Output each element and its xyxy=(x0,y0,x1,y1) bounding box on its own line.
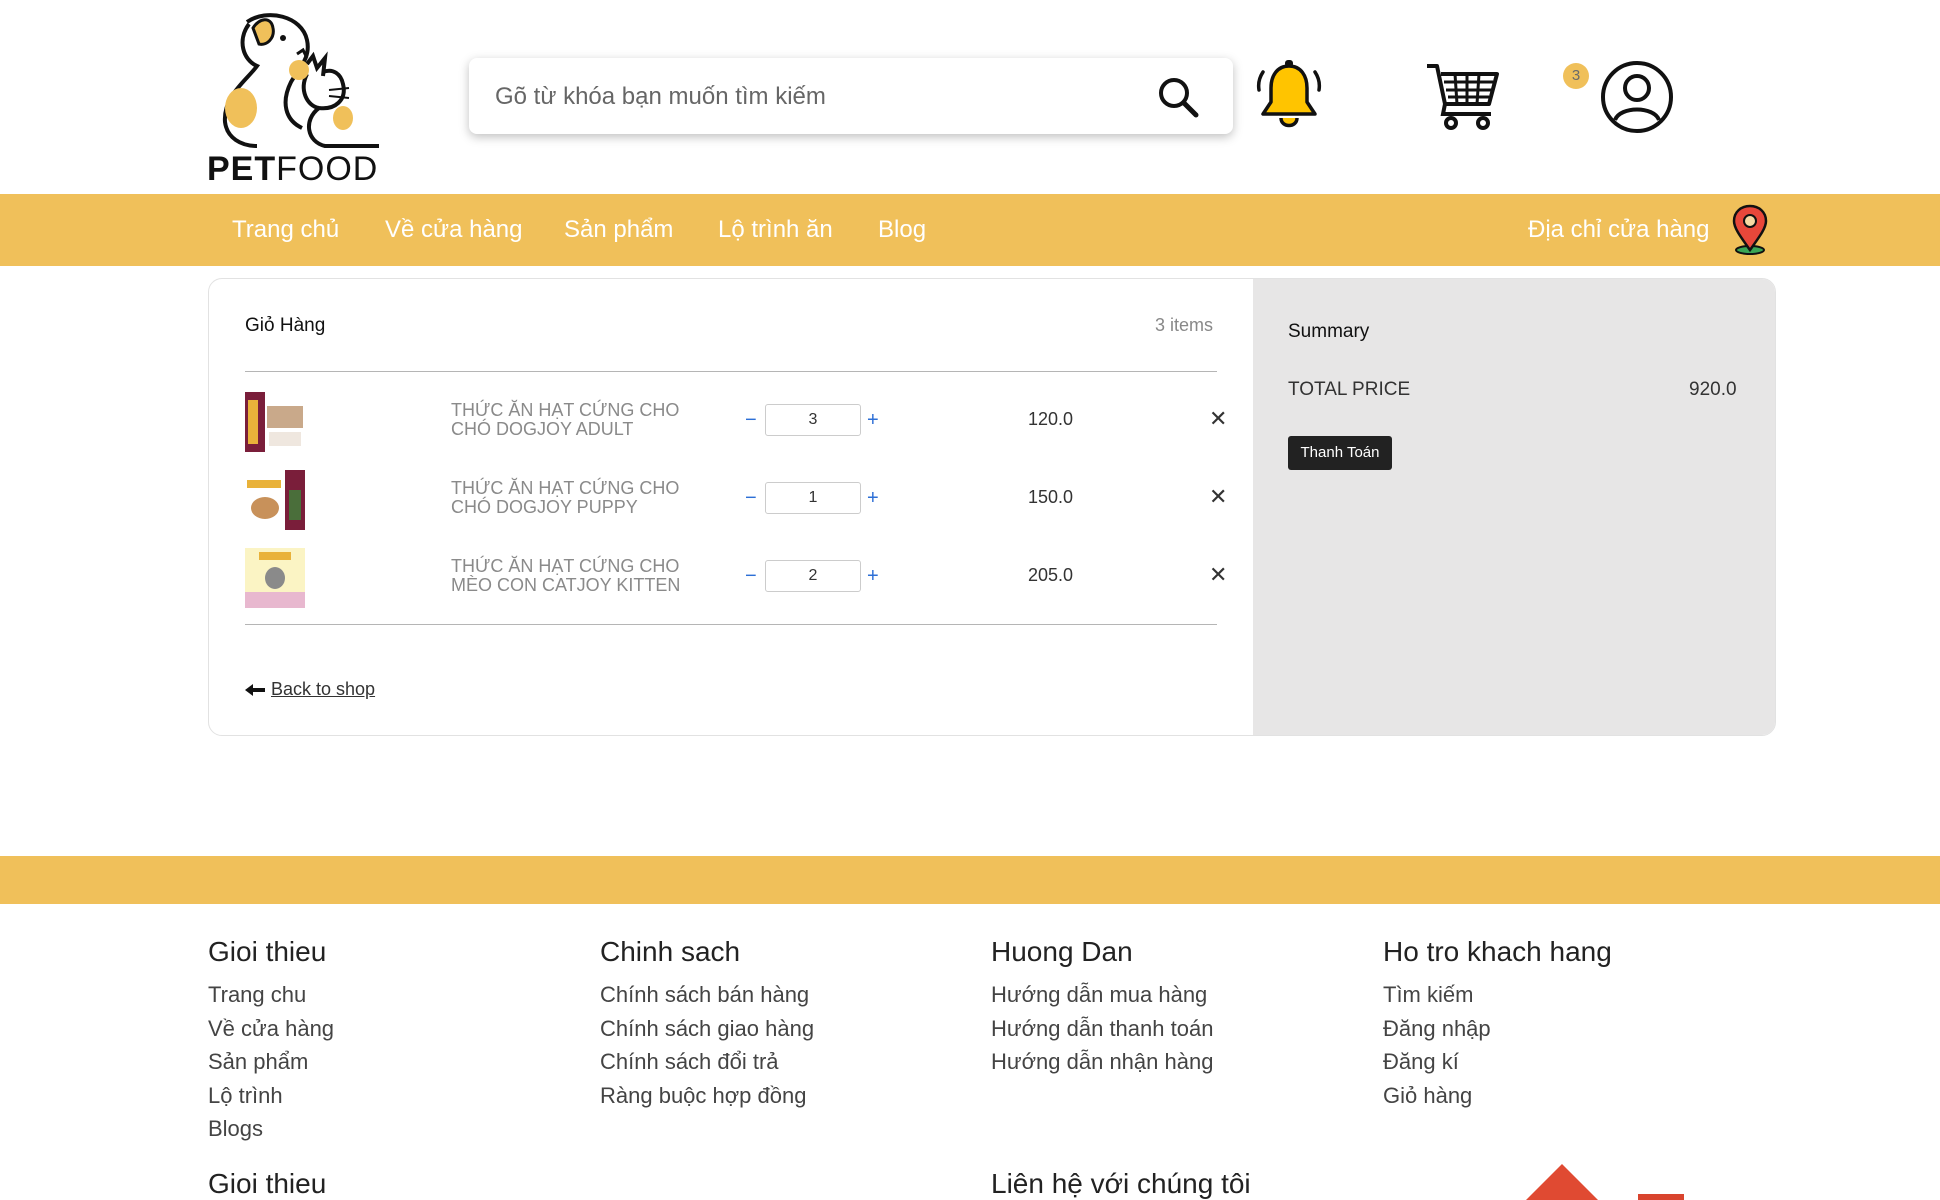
quantity-input[interactable] xyxy=(765,560,861,592)
map-pin-icon[interactable] xyxy=(1730,204,1770,256)
decorative-bar xyxy=(1638,1194,1684,1200)
footer-link[interactable]: Đăng nhập xyxy=(1383,1012,1612,1046)
decrease-qty-button[interactable]: − xyxy=(745,409,757,432)
search-icon[interactable] xyxy=(1157,76,1199,118)
footer-link[interactable]: Về cửa hàng xyxy=(208,1012,334,1046)
footer-link[interactable]: Trang chu xyxy=(208,978,334,1012)
footer-link[interactable]: Chính sách giao hàng xyxy=(600,1012,814,1046)
increase-qty-button[interactable]: + xyxy=(867,487,879,510)
remove-item-button[interactable]: ✕ xyxy=(1209,562,1227,588)
footer-link[interactable]: Ràng buộc hợp đồng xyxy=(600,1079,814,1113)
product-thumbnail xyxy=(245,548,305,608)
bell-icon[interactable] xyxy=(1255,58,1323,134)
footer-heading: Huong Dan xyxy=(991,936,1133,967)
cart-count-badge: 3 xyxy=(1563,63,1589,89)
item-price: 150.0 xyxy=(1028,487,1074,507)
increase-qty-button[interactable]: + xyxy=(867,409,879,432)
search-input[interactable] xyxy=(493,76,1137,118)
item-price: 205.0 xyxy=(1028,565,1074,585)
footer-link[interactable]: Tìm kiếm xyxy=(1383,978,1612,1012)
decrease-qty-button[interactable]: − xyxy=(745,487,757,510)
nav-item-about[interactable]: Về cửa hàng xyxy=(385,216,523,244)
footer-column-policy: Chinh sach Chính sách bán hàng Chính sác… xyxy=(600,936,814,1112)
total-price-value: 920.0 xyxy=(1689,379,1737,400)
cart-title: Giỏ Hàng xyxy=(245,315,326,336)
divider xyxy=(245,371,1217,372)
summary-title: Summary xyxy=(1288,321,1370,342)
product-name[interactable]: THỨC ĂN HẠT CỨNG CHO CHÓ DOGJOY PUPPY xyxy=(451,479,711,517)
logo-wordmark: PETFOOD xyxy=(207,150,379,188)
footer-band xyxy=(0,856,1940,904)
nav-item-feeding-plan[interactable]: Lộ trình ăn xyxy=(718,216,833,244)
footer-heading: Liên hệ với chúng tôi xyxy=(991,1168,1251,1199)
product-name[interactable]: THỨC ĂN HẠT CỨNG CHO MÈO CON CATJOY KITTE… xyxy=(451,557,711,595)
footer-heading: Ho tro khach hang xyxy=(1383,936,1612,967)
product-thumbnail xyxy=(245,470,305,530)
cart-row: THỨC ĂN HẠT CỨNG CHOCHÓ DOGJOY ADULT − +… xyxy=(245,389,1227,453)
footer-link[interactable]: Giỏ hàng xyxy=(1383,1079,1612,1113)
footer-link[interactable]: Hướng dẫn thanh toán xyxy=(991,1012,1213,1046)
footer-column-guide: Huong Dan Hướng dẫn mua hàng Hướng dẫn t… xyxy=(991,936,1213,1079)
user-icon[interactable] xyxy=(1600,60,1674,134)
divider xyxy=(245,624,1217,625)
main-navbar: Trang chủ Về cửa hàng Sản phẩm Lộ trình … xyxy=(0,194,1940,266)
scroll-to-top-icon[interactable] xyxy=(1526,1164,1598,1200)
remove-item-button[interactable]: ✕ xyxy=(1209,484,1227,510)
footer-link[interactable]: Hướng dẫn mua hàng xyxy=(991,978,1213,1012)
decrease-qty-button[interactable]: − xyxy=(745,565,757,588)
footer-link[interactable]: Blogs xyxy=(208,1112,334,1146)
nav-item-blog[interactable]: Blog xyxy=(878,216,926,244)
arrow-left-icon xyxy=(245,679,265,700)
cart-icon[interactable] xyxy=(1425,60,1501,132)
quantity-input[interactable] xyxy=(765,482,861,514)
footer-column-support: Ho tro khach hang Tìm kiếm Đăng nhập Đăn… xyxy=(1383,936,1612,1112)
footer-link[interactable]: Chính sách bán hàng xyxy=(600,978,814,1012)
cart-row: THỨC ĂN HẠT CỨNG CHOCHÓ DOGJOY PUPPY − +… xyxy=(245,467,1227,531)
product-thumbnail xyxy=(245,392,305,452)
increase-qty-button[interactable]: + xyxy=(867,565,879,588)
item-price: 120.0 xyxy=(1028,409,1074,429)
nav-item-products[interactable]: Sản phẩm xyxy=(564,216,673,244)
quantity-input[interactable] xyxy=(765,404,861,436)
cart-card: Giỏ Hàng 3 items THỨC ĂN HẠT CỨNG CHO CHÓ… xyxy=(208,278,1776,736)
nav-item-store-address[interactable]: Địa chỉ cửa hàng xyxy=(1528,216,1710,244)
footer-column-intro: Gioi thieu Trang chu Về cửa hàng Sản phẩ… xyxy=(208,936,334,1146)
cart-item-count: 3 items xyxy=(1155,315,1214,335)
footer-heading: Chinh sach xyxy=(600,936,741,967)
footer-link[interactable]: Sản phẩm xyxy=(208,1045,334,1079)
search-bar xyxy=(469,58,1233,134)
summary-panel: Summary TOTAL PRICE 920.0 Thanh Toán xyxy=(1253,279,1775,735)
total-price-label: TOTAL PRICE xyxy=(1288,379,1411,400)
back-to-shop-link[interactable]: Back to shop xyxy=(245,679,375,700)
footer-link[interactable]: Đăng kí xyxy=(1383,1045,1612,1079)
footer-link[interactable]: Chính sách đổi trả xyxy=(600,1045,814,1079)
nav-item-home[interactable]: Trang chủ xyxy=(232,216,339,244)
cart-row: THỨC ĂN HẠT CỨNG CHO MÈO CON CATJOY KITTE… xyxy=(245,545,1227,609)
footer-link[interactable]: Lộ trình xyxy=(208,1079,334,1113)
footer-heading: Gioi thieu xyxy=(208,1168,327,1199)
remove-item-button[interactable]: ✕ xyxy=(1209,406,1227,432)
footer-heading: Gioi thieu xyxy=(208,936,327,967)
checkout-button[interactable]: Thanh Toán xyxy=(1288,436,1392,470)
product-name[interactable]: THỨC ĂN HẠT CỨNG CHO CHÓ DOGJOY ADULT xyxy=(451,401,711,439)
footer-link[interactable]: Hướng dẫn nhận hàng xyxy=(991,1045,1213,1079)
